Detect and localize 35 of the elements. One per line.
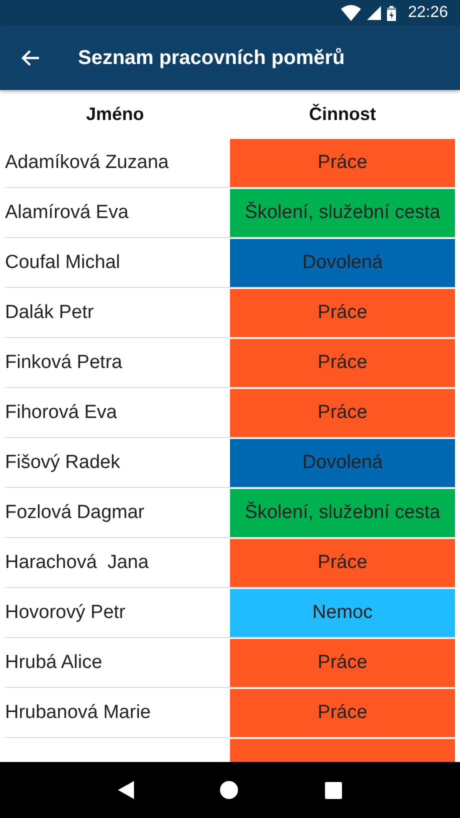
name-cell-text: Fozlová Dagmar <box>5 500 146 524</box>
name-cell-text: Hovorový Petr <box>5 600 126 624</box>
activity-cell: Nemoc <box>230 589 455 637</box>
activity-cell: Školení, služební cesta <box>230 489 455 537</box>
name-cell-text: Alamírová Eva <box>5 200 130 224</box>
clock-text: 22:26 <box>408 4 448 22</box>
column-header: Činnost <box>308 104 377 124</box>
name-cell-text: Coufal Michal <box>5 250 122 274</box>
screen-title: Seznam pracovních poměrů <box>78 46 345 70</box>
activity-cell: Práce <box>230 689 455 737</box>
name-cell-text: Hrubanová Marie <box>5 700 152 724</box>
activity-cell: Dovolená <box>230 439 455 487</box>
back-arrow-icon <box>20 48 40 68</box>
activity-cell: Práce <box>230 339 455 387</box>
name-cell-text: Fišový Radek <box>5 450 122 474</box>
name-cell-text: Harachová Jana <box>5 550 150 574</box>
name-cell-text: Finková Petra <box>5 350 124 374</box>
wifi-icon <box>340 5 361 21</box>
name-cell-text: Adamíková Zuzana <box>5 150 170 174</box>
activity-cell: Práce <box>230 639 455 687</box>
name-cell-text: Dalák Petr <box>5 300 95 324</box>
activity-cell: Práce <box>230 389 455 437</box>
activity-cell: Práce <box>230 539 455 587</box>
activity-cell: Školení, služební cesta <box>230 189 455 237</box>
signal-icon <box>366 6 381 20</box>
home-icon[interactable] <box>220 781 238 799</box>
activity-cell: Práce <box>230 139 455 187</box>
activity-cell: Dovolená <box>230 239 455 287</box>
back-icon[interactable] <box>118 781 134 799</box>
recents-icon[interactable] <box>324 782 342 798</box>
column-header: Jméno <box>84 104 146 124</box>
battery-icon <box>386 6 396 20</box>
activity-cell: Práce <box>230 289 455 337</box>
name-cell-text: Fihorová Eva <box>5 400 118 424</box>
name-cell-text: Hrubá Alice <box>5 650 104 674</box>
